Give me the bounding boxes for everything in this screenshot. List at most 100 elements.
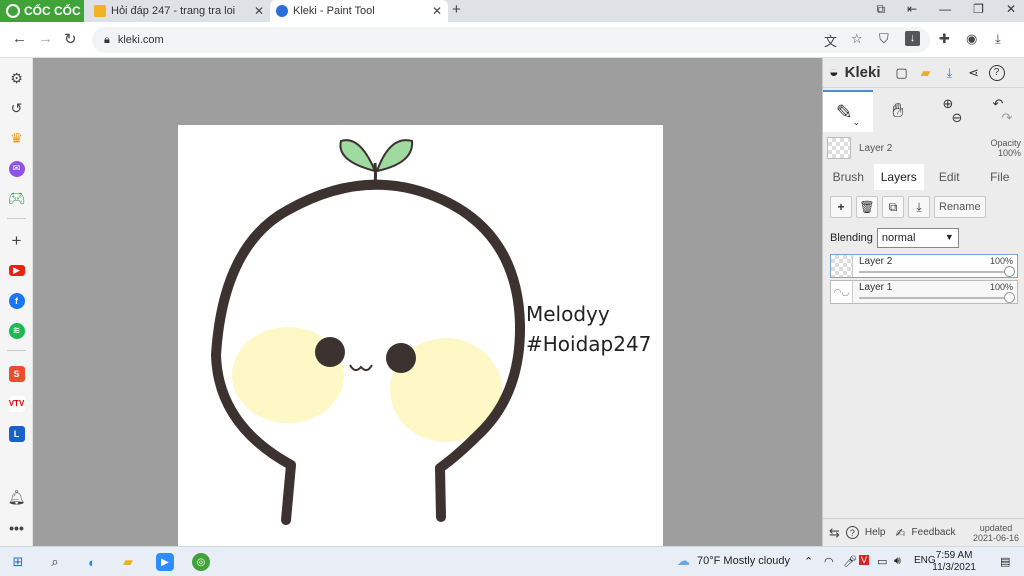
translate-icon[interactable]: 文 — [824, 31, 837, 50]
browser-brand[interactable]: CỐC CỐC — [0, 0, 84, 22]
new-image-icon[interactable]: ▢ — [893, 64, 911, 82]
duplicate-icon: ⧉ — [888, 199, 898, 214]
panel-tabs: Brush Layers Edit File — [823, 164, 1024, 190]
hand-tool-button[interactable]: ✋︎ — [873, 90, 923, 132]
zoom-app-icon[interactable]: ▶ — [156, 553, 174, 571]
account-icon[interactable]: ◉ — [966, 31, 977, 47]
layer-opacity-slider[interactable] — [859, 266, 1015, 277]
close-icon[interactable]: ✕ — [1006, 2, 1016, 17]
lock-icon: 🔒︎ — [104, 33, 110, 46]
spotify-icon[interactable]: ≋ — [7, 321, 26, 340]
trash-icon: 🗑︎ — [859, 200, 875, 214]
slider-knob[interactable] — [1004, 266, 1015, 277]
windows-start-icon[interactable]: ⊞ — [9, 553, 27, 571]
maximize-icon[interactable]: ❐ — [973, 2, 984, 17]
download-icon[interactable]: ⤓ — [941, 64, 959, 82]
vietkey-icon[interactable]: V — [859, 555, 870, 565]
youtube-icon[interactable]: ▶ — [7, 261, 26, 280]
notification-icon[interactable]: ▤ — [1000, 555, 1010, 568]
drawing-canvas[interactable]: Melodyy #Hoidap247 — [178, 125, 663, 546]
back-arrow-icon[interactable]: ← — [12, 30, 27, 47]
weather-text[interactable]: 70°F Mostly cloudy — [697, 555, 790, 567]
swap-sides-icon[interactable]: ⇆ — [829, 525, 840, 541]
more-icon[interactable]: ••• — [7, 518, 26, 537]
layer-thumbnail: ◠◡ — [831, 281, 853, 303]
feedback-link[interactable]: Feedback — [912, 527, 956, 538]
coccoc-taskbar-icon[interactable]: ◎ — [192, 553, 210, 571]
close-tab-icon[interactable]: ✕ — [254, 4, 264, 18]
star-icon[interactable]: ☆ — [851, 31, 863, 47]
download-box-icon[interactable]: ↓ — [905, 31, 920, 46]
tab-brush[interactable]: Brush — [823, 164, 874, 190]
history-icon[interactable]: ↺ — [7, 99, 26, 118]
tab-file[interactable]: File — [975, 164, 1024, 190]
cast-icon[interactable]: ⧉ — [877, 2, 886, 17]
minimize-icon[interactable]: — — [939, 2, 951, 17]
address-bar[interactable]: 🔒︎ kleki.com — [92, 27, 930, 53]
microphone-icon[interactable]: 🎤︎ — [843, 555, 857, 568]
duplicate-layer-button[interactable]: ⧉ — [882, 196, 904, 218]
help-link[interactable]: Help — [865, 527, 886, 538]
tab-title: Hỏi đáp 247 - trang tra loi — [111, 5, 236, 17]
blending-select[interactable]: normal ▼ — [876, 228, 959, 248]
tab-hoidap247[interactable]: Hỏi đáp 247 - trang tra loi ✕ — [88, 0, 270, 22]
share-icon[interactable]: ⋖ — [965, 64, 983, 82]
chevron-down-icon[interactable]: ⌄ — [853, 117, 861, 128]
help-icon[interactable]: ? — [988, 64, 1005, 81]
gear-icon[interactable]: ⚙ — [7, 69, 26, 88]
sidebar-divider — [7, 350, 26, 351]
new-tab-icon[interactable]: + — [452, 1, 461, 18]
shield-icon[interactable]: ⛉ — [879, 31, 889, 47]
volume-icon[interactable]: 🔊︎ — [894, 555, 901, 568]
redo-icon[interactable]: ↷ — [1002, 111, 1013, 125]
file-explorer-icon[interactable]: ▰ — [119, 553, 137, 571]
reload-icon[interactable]: ↻ — [64, 30, 77, 48]
vtv-icon[interactable]: VTV — [7, 394, 26, 413]
merge-layer-button[interactable]: ⤓ — [908, 196, 930, 218]
clock-date: 11/3/2021 — [932, 562, 976, 573]
tab-kleki[interactable]: Kleki - Paint Tool ✕ — [270, 0, 448, 22]
blending-value: normal — [881, 232, 916, 244]
bell-icon[interactable]: 🔔︎ — [7, 488, 26, 507]
battery-icon[interactable]: ▭ — [877, 555, 887, 568]
undo-redo-buttons[interactable]: ↶ ↷ — [973, 90, 1023, 132]
wifi-icon[interactable]: ◠ — [824, 555, 834, 568]
tab-layers[interactable]: Layers — [873, 164, 924, 190]
slider-knob[interactable] — [1004, 292, 1015, 303]
zoom-buttons[interactable]: ⊕ ⊖ — [923, 90, 973, 132]
kleki-side-panel: ◒ Kleki ▢ ▰ ⤓ ⋖ ? ✎ ⌄ ✋︎ ⊕ ⊖ ↶ ↷ Layer 2 Op… — [822, 58, 1024, 546]
tab-edit[interactable]: Edit — [924, 164, 975, 190]
lazada-icon[interactable]: L — [7, 424, 26, 443]
windows-taskbar: ⊞ ⌕ ◐ ▰ ▶ ◎ ☁ 70°F Mostly cloudy ⌃ ◠ 🎤︎ … — [0, 546, 1024, 576]
add-layer-button[interactable]: + — [830, 196, 852, 218]
crown-icon[interactable]: ♛ — [7, 129, 26, 148]
tray-chevron-icon[interactable]: ⌃ — [804, 555, 813, 568]
taskbar-clock[interactable]: 7:59 AM 11/3/2021 — [932, 550, 976, 574]
download-icon[interactable]: ⤓ — [995, 31, 1001, 47]
messenger-icon[interactable]: ✉ — [7, 159, 26, 178]
open-folder-icon[interactable]: ▰ — [917, 64, 935, 82]
active-layer-preview: Layer 2 Opacity 100% — [823, 134, 1024, 162]
plus-icon[interactable]: + — [7, 231, 26, 250]
restore-left-icon[interactable]: ⇤ — [907, 2, 917, 17]
delete-layer-button[interactable]: 🗑︎ — [856, 196, 878, 218]
layer-item-layer2[interactable]: Layer 2 100% — [830, 254, 1018, 278]
layer-opacity-slider[interactable] — [859, 292, 1015, 303]
game-icon[interactable]: 🎮︎ — [7, 189, 26, 208]
forward-arrow-icon[interactable]: → — [38, 30, 53, 47]
facebook-icon[interactable]: f — [7, 291, 26, 310]
zoom-in-icon[interactable]: ⊕ — [943, 97, 954, 111]
close-tab-icon[interactable]: ✕ — [432, 4, 442, 18]
layer-item-layer1[interactable]: ◠◡ Layer 1 100% — [830, 280, 1018, 304]
edge-icon[interactable]: ◐ — [83, 553, 101, 571]
undo-icon[interactable]: ↶ — [993, 97, 1004, 111]
search-icon[interactable]: ⌕ — [46, 553, 64, 571]
kleki-canvas-area[interactable]: Melodyy #Hoidap247 — [33, 58, 822, 546]
shopee-icon[interactable]: S — [7, 364, 26, 383]
rename-layer-button[interactable]: Rename — [934, 196, 986, 218]
blending-label: Blending — [830, 232, 873, 244]
zoom-out-icon[interactable]: ⊖ — [952, 111, 963, 125]
opacity-label: Opacity — [990, 138, 1021, 148]
brush-tool-button[interactable]: ✎ ⌄ — [823, 90, 873, 132]
puzzle-icon[interactable]: ✚ — [939, 31, 950, 47]
